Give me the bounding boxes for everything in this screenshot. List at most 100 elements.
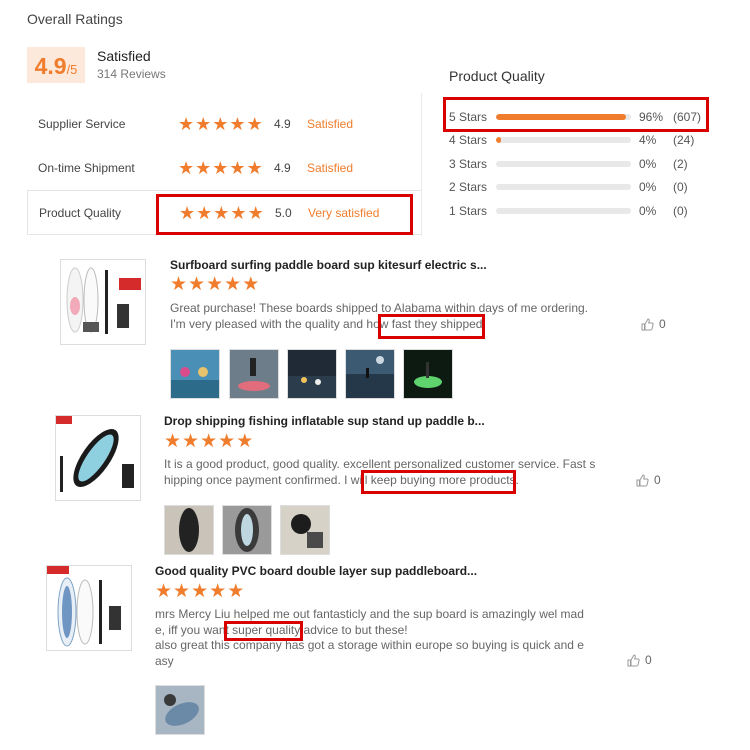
- rating-score: 5.0: [275, 205, 292, 220]
- review-photo[interactable]: [222, 505, 272, 555]
- star-icon: ★: [212, 158, 229, 178]
- rating-row-on-time-shipment: On-time Shipment ★ ★ ★ ★ ★ 4.9 Satisfied: [27, 146, 421, 190]
- star-icon: ★: [212, 114, 229, 134]
- review-photo[interactable]: [155, 685, 205, 735]
- review-title[interactable]: Drop shipping fishing inflatable sup sta…: [164, 414, 485, 428]
- star-rating: ★ ★ ★ ★ ★: [178, 115, 263, 133]
- review-photo[interactable]: [403, 349, 453, 399]
- star-icon: ★: [229, 158, 246, 178]
- star-icon: ★: [170, 274, 188, 295]
- distribution-percent: 0%: [639, 180, 657, 195]
- review-star-rating: ★ ★ ★ ★ ★: [170, 274, 259, 295]
- star-icon: ★: [164, 431, 182, 452]
- review-photo-image: [171, 350, 219, 398]
- overall-score: 4.9: [34, 53, 67, 79]
- review-photo-image: [230, 350, 278, 398]
- star-rating: ★ ★ ★ ★ ★: [178, 159, 263, 177]
- product-thumbnail[interactable]: [55, 415, 141, 501]
- thumbs-up-icon: [636, 473, 649, 486]
- rating-status: Very satisfied: [308, 205, 380, 220]
- distribution-count: (607): [673, 109, 702, 124]
- distribution-row-1[interactable]: 1 Stars 0% (0): [449, 199, 719, 223]
- paddle-board-image: [47, 566, 131, 650]
- star-icon: ★: [246, 158, 263, 178]
- star-icon: ★: [230, 202, 247, 223]
- star-icon: ★: [173, 581, 191, 602]
- review-text: Great purchase! These boards shipped to …: [170, 301, 588, 332]
- review-photo-image: [346, 350, 394, 398]
- distribution-row-4[interactable]: 4 Stars 4% (24): [449, 129, 719, 153]
- divider: [421, 93, 422, 236]
- review-star-rating: ★ ★ ★ ★ ★: [155, 581, 245, 602]
- like-button[interactable]: 0: [627, 653, 652, 667]
- star-icon: ★: [224, 274, 242, 295]
- rating-row-supplier-service: Supplier Service ★ ★ ★ ★ ★ 4.9 Satisfied: [27, 102, 421, 146]
- like-button[interactable]: 0: [636, 473, 661, 487]
- like-count: 0: [645, 653, 652, 667]
- product-thumbnail[interactable]: [60, 259, 146, 345]
- distribution-fill: [496, 113, 626, 120]
- like-count: 0: [654, 473, 661, 487]
- review-photo[interactable]: [170, 349, 220, 399]
- distribution-bar: [496, 207, 631, 214]
- rating-status: Satisfied: [307, 161, 354, 175]
- rating-label: Product Quality: [39, 205, 122, 220]
- distribution-bar: [496, 160, 631, 167]
- review-photo-image: [223, 506, 271, 554]
- overall-status: Satisfied: [97, 48, 151, 64]
- review-photo-image: [156, 686, 204, 734]
- star-icon: ★: [227, 581, 245, 602]
- star-icon: ★: [229, 114, 246, 134]
- star-rating: ★ ★ ★ ★ ★: [179, 204, 264, 222]
- distribution-label: 4 Stars: [449, 133, 488, 148]
- distribution-row-5[interactable]: 5 Stars 96% (607): [449, 105, 719, 129]
- distribution-label: 2 Stars: [449, 180, 488, 195]
- overall-score-suffix: /5: [66, 62, 78, 77]
- paddle-board-image: [61, 260, 145, 344]
- rating-label: On-time Shipment: [38, 161, 135, 175]
- star-icon: ★: [178, 114, 195, 134]
- star-icon: ★: [188, 274, 206, 295]
- review-photo-image: [288, 350, 336, 398]
- star-icon: ★: [213, 202, 230, 223]
- rating-score: 4.9: [274, 161, 291, 175]
- distribution-label: 3 Stars: [449, 156, 488, 171]
- distribution-row-3[interactable]: 3 Stars 0% (2): [449, 152, 719, 176]
- distribution-label: 1 Stars: [449, 203, 488, 218]
- star-icon: ★: [200, 431, 218, 452]
- review-line: I'm very pleased with the quality and ho…: [170, 316, 486, 331]
- distribution-row-2[interactable]: 2 Stars 0% (0): [449, 176, 719, 200]
- review-photo-image: [404, 350, 452, 398]
- review-photo[interactable]: [287, 349, 337, 399]
- overall-score-badge: 4.9/5: [27, 47, 85, 83]
- review-line: asy: [155, 653, 174, 668]
- review-text: It is a good product, good quality. exce…: [164, 457, 595, 488]
- paddle-board-image: [56, 416, 140, 500]
- distribution-bar: [496, 184, 631, 191]
- distribution-count: (24): [673, 133, 695, 148]
- review-photo[interactable]: [345, 349, 395, 399]
- like-count: 0: [659, 317, 666, 331]
- review-line: Great purchase! These boards shipped to …: [170, 301, 589, 315]
- distribution-percent: 0%: [639, 156, 657, 171]
- review-photo[interactable]: [164, 505, 214, 555]
- distribution-bar: [496, 137, 631, 144]
- distribution-count: (2): [673, 156, 688, 171]
- review-photo[interactable]: [280, 505, 330, 555]
- review-title[interactable]: Surfboard surfing paddle board sup kites…: [170, 258, 487, 272]
- star-icon: ★: [247, 202, 264, 223]
- like-button[interactable]: 0: [641, 317, 666, 331]
- review-text: mrs Mercy Liu helped me out fantasticly …: [155, 607, 584, 669]
- distribution-percent: 0%: [639, 203, 657, 218]
- review-line: mrs Mercy Liu helped me out fantasticly …: [155, 607, 584, 621]
- star-icon: ★: [218, 431, 236, 452]
- star-icon: ★: [195, 114, 212, 134]
- star-icon: ★: [236, 431, 254, 452]
- review-line: It is a good product, good quality. exce…: [164, 457, 596, 471]
- rating-row-product-quality[interactable]: Product Quality ★ ★ ★ ★ ★ 5.0 Very satisfied: [27, 190, 421, 235]
- review-title[interactable]: Good quality PVC board double layer sup …: [155, 564, 477, 578]
- review-photo-image: [165, 506, 213, 554]
- product-thumbnail[interactable]: [46, 565, 132, 651]
- review-photo[interactable]: [229, 349, 279, 399]
- review-photo-image: [281, 506, 329, 554]
